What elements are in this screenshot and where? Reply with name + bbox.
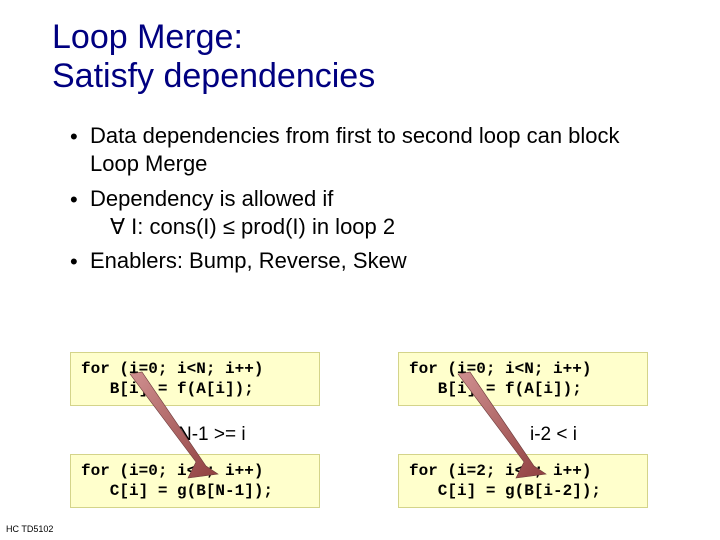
bullet-1: Data dependencies from first to second l… [70, 122, 672, 178]
code-left-bot: for (i=0; i<N; i++) C[i] = g(B[N-1]); [70, 454, 320, 508]
slide-title: Loop Merge: Satisfy dependencies [0, 18, 720, 96]
bullet-2-text: Dependency is allowed if [90, 186, 333, 211]
bullet-2-sub: ∀ I: cons(I) ≤ prod(I) in loop 2 [90, 213, 672, 241]
code-left-top: for (i=0; i<N; i++) B[i] = f(A[i]); [70, 352, 320, 406]
bullet-3: Enablers: Bump, Reverse, Skew [70, 247, 672, 275]
slide-footer: HC TD5102 [6, 524, 53, 534]
slide-body: Data dependencies from first to second l… [0, 96, 720, 275]
annotation-right: i-2 < i [530, 424, 577, 446]
title-line-1: Loop Merge: [52, 18, 720, 57]
bullet-2: Dependency is allowed if ∀ I: cons(I) ≤ … [70, 185, 672, 241]
annotation-left: N-1 >= i [178, 424, 246, 446]
code-right-top: for (i=0; i<N; i++) B[i] = f(A[i]); [398, 352, 648, 406]
code-right-bot: for (i=2; i<N; i++) C[i] = g(B[i-2]); [398, 454, 648, 508]
slide: Loop Merge: Satisfy dependencies Data de… [0, 0, 720, 540]
title-line-2: Satisfy dependencies [52, 57, 720, 96]
